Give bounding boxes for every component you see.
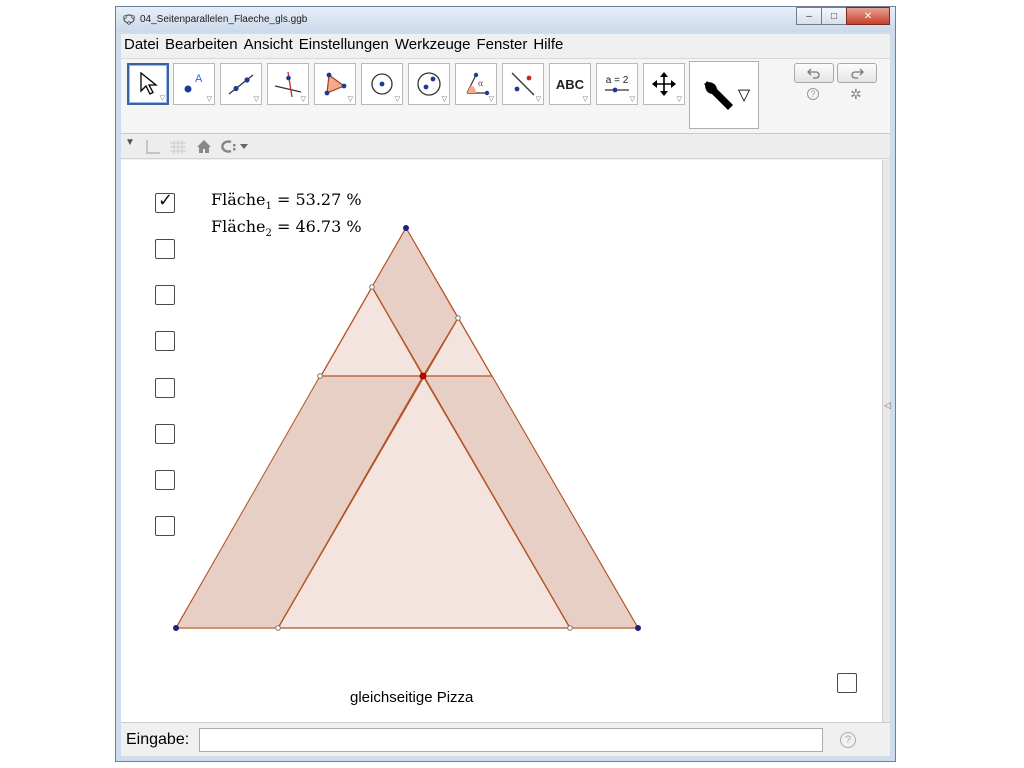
menu-datei[interactable]: Datei	[121, 34, 162, 56]
move-view-icon	[652, 72, 676, 96]
point-on-base-left[interactable]	[275, 625, 281, 631]
checkbox-6[interactable]	[155, 424, 175, 444]
construction-caption: gleichseitige Pizza	[350, 689, 474, 706]
undo-button[interactable]	[794, 63, 834, 83]
menu-bearbeiten[interactable]: Bearbeiten	[162, 34, 241, 56]
perpendicular-tool-button[interactable]: ▽	[267, 63, 309, 105]
menu-ansicht[interactable]: Ansicht	[241, 34, 296, 56]
reflect-tool-button[interactable]: ▽	[502, 63, 544, 105]
check-mark-icon: ✓	[158, 190, 174, 210]
perpendicular-icon	[274, 71, 302, 98]
collapse-left-icon[interactable]: ◁	[884, 400, 891, 411]
point-on-left-side-lower[interactable]	[317, 373, 323, 379]
menu-einstellungen[interactable]: Einstellungen	[296, 34, 392, 56]
app-window: 04_Seitenparallelen_Flaeche_gls.ggb – □ …	[115, 6, 896, 762]
checkbox-8[interactable]	[155, 516, 175, 536]
area-formula-2: Fläche2 = 46.73 %	[211, 217, 362, 239]
angle-tool-button[interactable]: α ▽	[455, 63, 497, 105]
ellipse-icon	[417, 72, 441, 96]
point-on-right-side-upper[interactable]	[455, 315, 461, 321]
movable-center-point[interactable]	[419, 372, 427, 380]
text-tool-button[interactable]: ABC ▽	[549, 63, 591, 105]
geometry-canvas[interactable]	[121, 160, 882, 722]
axes-toggle-icon[interactable]	[143, 139, 161, 155]
area-formula-1: Fläche1 = 53.27 %	[211, 190, 362, 212]
geogebra-logo-icon	[123, 14, 135, 25]
slider-icon: a = 2	[603, 75, 631, 94]
close-button[interactable]: ✕	[846, 7, 890, 25]
point-on-base-right[interactable]	[567, 625, 573, 631]
gear-icon[interactable]: ✲	[850, 86, 862, 103]
minimize-button[interactable]: –	[796, 7, 822, 25]
style-bar: ▼	[121, 135, 890, 159]
move-tool-button[interactable]: ▽	[127, 63, 169, 105]
wrench-icon	[703, 81, 733, 110]
area-sub-2: 2	[265, 228, 272, 240]
reflect-icon	[511, 72, 535, 96]
ellipse-tool-button[interactable]: ▽	[408, 63, 450, 105]
checkbox-2[interactable]	[155, 239, 175, 259]
grid-toggle-icon[interactable]	[169, 139, 187, 155]
slider-tool-button[interactable]: a = 2 ▽	[596, 63, 638, 105]
redo-icon	[851, 68, 864, 79]
area-sub-1: 1	[265, 201, 272, 213]
maximize-button[interactable]: □	[821, 7, 847, 25]
point-on-left-side-upper[interactable]	[369, 284, 375, 290]
circle-center-icon	[371, 73, 393, 95]
slider-track-icon	[605, 87, 629, 92]
angle-icon: α	[466, 72, 490, 96]
checkbox-5[interactable]	[155, 378, 175, 398]
menu-bar: Datei Bearbeiten Ansicht Einstellungen W…	[121, 34, 890, 56]
input-field[interactable]	[199, 728, 823, 752]
vertex-bottom-left[interactable]	[173, 625, 179, 631]
window-controls: – □ ✕	[796, 7, 890, 25]
menu-werkzeuge[interactable]: Werkzeuge	[392, 34, 474, 56]
checkbox-1[interactable]: ✓	[155, 190, 175, 213]
tools-customize-button[interactable]: ▽	[689, 61, 759, 129]
polygon-icon	[324, 72, 347, 96]
graphics-view[interactable]: ✓ Fläche1 = 53.27 % Fläche2 = 46.73 % gl…	[121, 160, 882, 722]
area-label-2: Fläche	[211, 217, 266, 236]
input-label: Eingabe:	[126, 731, 190, 748]
circle-tool-button[interactable]: ▽	[361, 63, 403, 105]
title-bar[interactable]: 04_Seitenparallelen_Flaeche_gls.ggb – □ …	[116, 7, 895, 32]
text-tool-label: ABC	[555, 76, 585, 92]
vertex-top[interactable]	[403, 225, 409, 231]
arrow-pointer-icon	[140, 71, 158, 95]
svg-text:A: A	[195, 73, 203, 85]
view-collapse-strip[interactable]: ◁	[882, 160, 891, 722]
move-view-tool-button[interactable]: ▽	[643, 63, 685, 105]
undo-icon	[807, 68, 820, 79]
checkbox-7[interactable]	[155, 470, 175, 490]
menu-fenster[interactable]: Fenster	[473, 34, 530, 56]
client-area: Datei Bearbeiten Ansicht Einstellungen W…	[121, 34, 891, 756]
checkbox-3[interactable]	[155, 285, 175, 305]
toolbar: ▽ A ▽ ▽ ▽ ▽ ▽ ▽ α ▽ ▽ ABC ▽ a = 2 ▽ ▽ ▽ …	[121, 58, 890, 134]
input-bar: Eingabe: ?	[121, 722, 890, 756]
area-value-2: = 46.73 %	[276, 217, 362, 236]
menu-hilfe[interactable]: Hilfe	[530, 34, 566, 56]
line-icon	[228, 74, 254, 95]
input-help-button[interactable]: ?	[840, 732, 856, 748]
area-label-1: Fläche	[211, 190, 266, 209]
point-capturing-icon[interactable]	[219, 139, 251, 154]
stylebar-toggle-icon[interactable]: ▼	[125, 137, 135, 148]
redo-button[interactable]	[837, 63, 877, 83]
area-value-1: = 53.27 %	[276, 190, 362, 209]
slider-tool-label: a = 2	[605, 74, 629, 86]
vertex-bottom-right[interactable]	[635, 625, 641, 631]
svg-text:α: α	[478, 79, 484, 88]
polygon-tool-button[interactable]: ▽	[314, 63, 356, 105]
line-tool-button[interactable]: ▽	[220, 63, 262, 105]
home-icon[interactable]	[196, 139, 212, 154]
help-button[interactable]: ?	[807, 88, 819, 100]
point-tool-button[interactable]: A ▽	[173, 63, 215, 105]
checkbox-4[interactable]	[155, 331, 175, 351]
window-title: 04_Seitenparallelen_Flaeche_gls.ggb	[140, 14, 308, 25]
checkbox-bottom-right[interactable]	[837, 673, 857, 693]
point-icon: A	[184, 73, 203, 93]
